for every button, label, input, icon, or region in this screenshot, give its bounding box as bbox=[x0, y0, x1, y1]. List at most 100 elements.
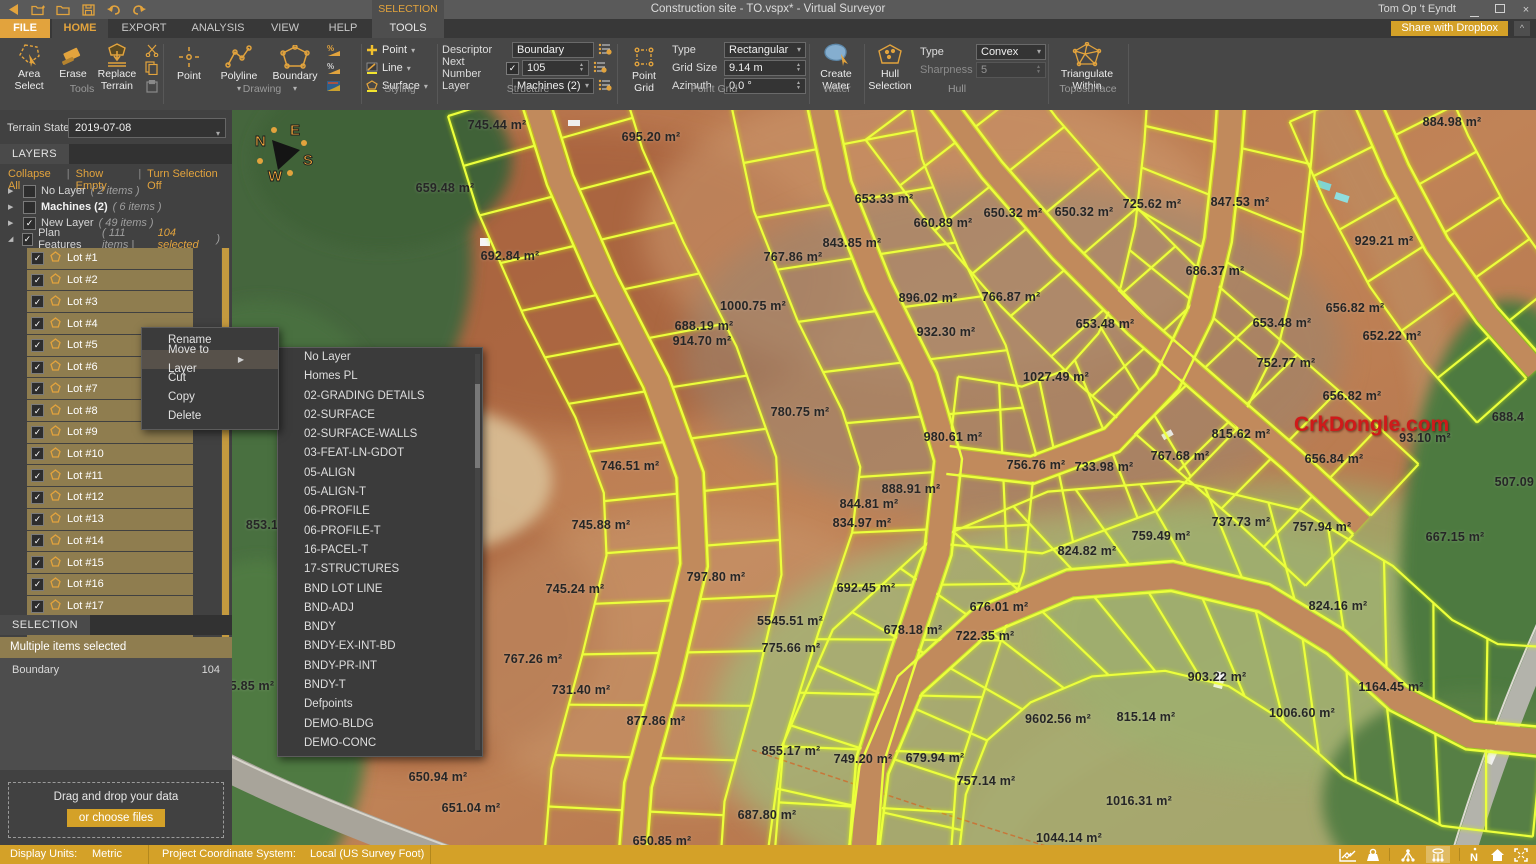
compass[interactable]: N E S W bbox=[232, 110, 332, 196]
close-button[interactable]: × bbox=[1520, 4, 1532, 16]
context-menu-item-delete[interactable]: Delete bbox=[142, 407, 278, 426]
submenu-item-06-profile-t[interactable]: 06-PROFILE-T bbox=[278, 522, 482, 541]
slope-percent-icon[interactable]: % bbox=[326, 43, 342, 57]
submenu-item-bndy-t[interactable]: BNDY-T bbox=[278, 676, 482, 695]
hull-type-dropdown[interactable]: Convex ▾ bbox=[976, 44, 1046, 60]
layers-link-turn-selection-off[interactable]: Turn Selection Off bbox=[147, 168, 228, 192]
submenu-item-bndy-ex-int-bd[interactable]: BNDY-EX-INT-BD bbox=[278, 637, 482, 656]
tree-collapsed-icon[interactable]: ▶ bbox=[8, 187, 18, 195]
slope-percent-alt-icon[interactable]: % bbox=[326, 61, 342, 75]
submenu-item-bndy-pr-int[interactable]: BNDY-PR-INT bbox=[278, 657, 482, 676]
lot-checkbox[interactable]: ✓ bbox=[31, 317, 44, 331]
submenu-item-17-structures[interactable]: 17-STRUCTURES bbox=[278, 560, 482, 579]
lot-checkbox[interactable]: ✓ bbox=[31, 382, 44, 396]
submenu-scrollbar[interactable] bbox=[475, 354, 480, 750]
lot-list-item[interactable]: ✓ Lot #10 bbox=[27, 443, 193, 465]
descriptor-input[interactable]: Boundary bbox=[512, 42, 594, 58]
maximize-button[interactable] bbox=[1494, 3, 1506, 16]
weight-icon[interactable] bbox=[1366, 846, 1380, 863]
number-presets-icon[interactable] bbox=[593, 61, 607, 76]
lot-checkbox[interactable]: ✓ bbox=[31, 251, 44, 265]
submenu-item-bnd-adj[interactable]: BND-ADJ bbox=[278, 599, 482, 618]
account-name[interactable]: Tom Op 't Eyndt bbox=[1378, 0, 1456, 19]
erase-button[interactable]: Erase bbox=[54, 41, 92, 81]
submenu-item-demo-conc[interactable]: DEMO-CONC bbox=[278, 734, 482, 753]
tab-help[interactable]: HELP bbox=[318, 19, 368, 38]
lot-checkbox[interactable]: ✓ bbox=[31, 469, 44, 483]
lot-list-item[interactable]: ✓ Lot #3 bbox=[27, 291, 193, 313]
submenu-item-02-surface-walls[interactable]: 02-SURFACE-WALLS bbox=[278, 425, 482, 444]
drop-zone[interactable]: Drag and drop your data or choose files bbox=[8, 782, 224, 838]
context-menu-item-move-to-layer[interactable]: Move to Layer ▶ bbox=[142, 344, 278, 375]
submenu-item-02-surface[interactable]: 02-SURFACE bbox=[278, 406, 482, 425]
lot-list-item[interactable]: ✓ Lot #13 bbox=[27, 508, 193, 530]
north-arrow-icon[interactable]: N bbox=[1469, 846, 1481, 863]
terrain-state-dropdown[interactable]: 2019-07-08 ▾ bbox=[68, 118, 226, 138]
lot-checkbox[interactable]: ✓ bbox=[31, 512, 44, 526]
layers-tab[interactable]: LAYERS bbox=[0, 144, 69, 164]
selection-row[interactable]: Boundary 104 bbox=[0, 658, 232, 676]
lot-checkbox[interactable]: ✓ bbox=[31, 295, 44, 309]
profile-view-icon[interactable] bbox=[1339, 846, 1357, 863]
lot-checkbox[interactable]: ✓ bbox=[31, 425, 44, 439]
submenu-item-16-pacel-t[interactable]: 16-PACEL-T bbox=[278, 541, 482, 560]
display-units-value[interactable]: Metric bbox=[92, 845, 122, 864]
flight-camera-active-icon[interactable] bbox=[1426, 846, 1450, 863]
submenu-item-bndy[interactable]: BNDY bbox=[278, 618, 482, 637]
submenu-item-bnd-lot-line[interactable]: BND LOT LINE bbox=[278, 580, 482, 599]
lot-checkbox[interactable]: ✓ bbox=[31, 404, 44, 417]
submenu-item-defpoints[interactable]: Defpoints bbox=[278, 695, 482, 714]
lot-checkbox[interactable]: ✓ bbox=[31, 556, 44, 570]
submenu-item-05-align-t[interactable]: 05-ALIGN-T bbox=[278, 483, 482, 502]
tab-analysis[interactable]: ANALYSIS bbox=[184, 19, 252, 38]
tree-collapsed-icon[interactable]: ▶ bbox=[8, 203, 18, 211]
submenu-item-demo-bldg[interactable]: DEMO-BLDG bbox=[278, 715, 482, 734]
layer-checkbox[interactable] bbox=[23, 200, 36, 214]
pg-grid-size-input[interactable]: 9.14 m ▲ ▼ bbox=[724, 60, 806, 76]
pg-type-dropdown[interactable]: Rectangular ▾ bbox=[724, 42, 806, 58]
lot-checkbox[interactable]: ✓ bbox=[31, 360, 44, 374]
lot-list-item[interactable]: ✓ Lot #14 bbox=[27, 530, 193, 552]
choose-files-button[interactable]: or choose files bbox=[66, 809, 166, 827]
tab-selection-tools[interactable]: TOOLS bbox=[372, 19, 444, 38]
submenu-item-06-profile[interactable]: 06-PROFILE bbox=[278, 502, 482, 521]
layer-checkbox[interactable]: ✓ bbox=[21, 232, 34, 246]
lot-list-item[interactable]: ✓ Lot #12 bbox=[27, 487, 193, 508]
copy-icon[interactable] bbox=[144, 61, 160, 75]
tab-export[interactable]: EXPORT bbox=[112, 19, 176, 38]
submenu-item-03-feat-ln-gdot[interactable]: 03-FEAT-LN-GDOT bbox=[278, 444, 482, 463]
point-button[interactable]: Point bbox=[167, 43, 211, 83]
layers-link-show-empty[interactable]: Show Empty bbox=[76, 168, 133, 192]
flight-camera-icon[interactable] bbox=[1399, 846, 1417, 863]
selection-tab[interactable]: SELECTION bbox=[0, 615, 90, 635]
tab-file[interactable]: FILE bbox=[0, 19, 50, 38]
lot-checkbox[interactable]: ✓ bbox=[31, 534, 44, 548]
submenu-item-02-grading-details[interactable]: 02-GRADING DETAILS bbox=[278, 387, 482, 406]
next-number-checkbox[interactable]: ✓ bbox=[506, 61, 519, 75]
layer-tree-row[interactable]: ◢ ✓ Plan Features( 111 items | 104 selecte… bbox=[0, 227, 220, 251]
lot-list-item[interactable]: ✓ Lot #2 bbox=[27, 269, 193, 291]
minimize-button[interactable] bbox=[1468, 4, 1480, 17]
coordinate-system-value[interactable]: Local (US Survey Foot) bbox=[310, 845, 424, 864]
lot-checkbox[interactable]: ✓ bbox=[31, 599, 44, 613]
tab-home[interactable]: HOME bbox=[52, 19, 108, 38]
tab-view[interactable]: VIEW bbox=[258, 19, 312, 38]
next-number-input[interactable]: 105 ▲ ▼ bbox=[522, 60, 589, 76]
lot-list-item[interactable]: ✓ Lot #17 bbox=[27, 595, 193, 617]
cut-icon[interactable] bbox=[144, 43, 160, 57]
layer-tree-row[interactable]: ▶ No Layer ( 2 items ) bbox=[0, 183, 220, 199]
layer-checkbox[interactable]: ✓ bbox=[23, 216, 36, 230]
lot-list-item[interactable]: ✓ Lot #1 bbox=[27, 248, 193, 269]
lot-list-item[interactable]: ✓ Lot #15 bbox=[27, 552, 193, 574]
layer-checkbox[interactable] bbox=[23, 184, 36, 198]
descriptor-presets-icon[interactable] bbox=[598, 43, 612, 58]
submenu-item-05-align[interactable]: 05-ALIGN bbox=[278, 464, 482, 483]
context-menu-item-copy[interactable]: Copy bbox=[142, 388, 278, 407]
submenu-item-homes-pl[interactable]: Homes PL bbox=[278, 367, 482, 386]
fullscreen-icon[interactable] bbox=[1514, 846, 1528, 863]
lot-checkbox[interactable]: ✓ bbox=[31, 447, 44, 461]
collapse-ribbon-icon[interactable]: ^ bbox=[1514, 21, 1530, 36]
styling-point-button[interactable]: Point ▾ bbox=[366, 41, 434, 59]
lot-checkbox[interactable]: ✓ bbox=[31, 490, 44, 504]
styling-line-button[interactable]: Line ▾ bbox=[366, 59, 434, 77]
